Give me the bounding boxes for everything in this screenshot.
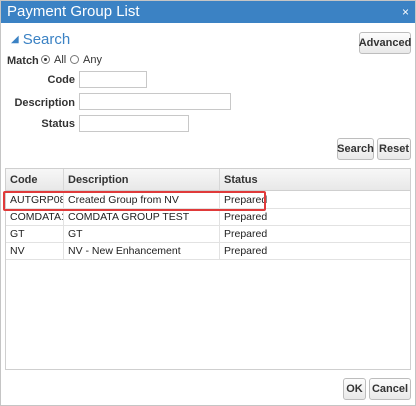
close-icon[interactable]: × [402, 5, 409, 19]
cancel-button-label: Cancel [371, 383, 409, 395]
search-header-label: Search [22, 31, 71, 48]
cell-status: Prepared [224, 211, 268, 223]
column-header-status[interactable]: Status [220, 169, 410, 191]
cell-code: NV [6, 243, 64, 259]
match-label: Match [7, 55, 39, 67]
match-all-radio[interactable] [41, 55, 50, 64]
ok-button[interactable]: OK [343, 378, 366, 400]
match-any-label: Any [83, 54, 102, 66]
search-button-label: Search [337, 143, 374, 155]
match-any-radio[interactable] [70, 55, 79, 64]
cell-status: Prepared [224, 228, 268, 240]
cancel-button[interactable]: Cancel [369, 378, 411, 400]
table-row[interactable]: GT GT Prepared [6, 226, 410, 243]
table-row[interactable]: NV NV - New Enhancement Prepared [6, 243, 410, 260]
description-label: Description [14, 97, 75, 109]
status-input[interactable] [79, 115, 189, 132]
column-header-code[interactable]: Code [6, 169, 64, 191]
code-input[interactable] [79, 71, 147, 88]
cell-description: COMDATA GROUP TEST [64, 209, 220, 225]
cell-code: AUTGRP08 [6, 192, 64, 208]
description-input[interactable] [79, 93, 231, 110]
search-section-toggle[interactable]: ◢ Search [11, 31, 70, 48]
advanced-button-label: Advanced [358, 37, 412, 49]
title-bar: Payment Group List × [1, 1, 415, 23]
collapse-triangle-icon: ◢ [11, 34, 19, 45]
search-button[interactable]: Search [337, 138, 374, 160]
cell-code: GT [6, 226, 64, 242]
table-row[interactable]: COMDATA1 COMDATA GROUP TEST Prepared [6, 209, 410, 226]
cell-description: NV - New Enhancement [64, 243, 220, 259]
results-grid: Code Description Status AUTGRP08 Created… [5, 168, 411, 370]
code-label: Code [47, 74, 76, 86]
match-all-label: All [54, 54, 67, 66]
reset-button-label: Reset [379, 143, 409, 155]
payment-group-dialog: Payment Group List × ◢ Search Advanced Ma… [0, 0, 416, 406]
table-row[interactable]: AUTGRP08 Created Group from NV Prepared [6, 192, 410, 209]
cell-code: COMDATA1 [6, 209, 64, 225]
window-title: Payment Group List [7, 3, 140, 20]
status-label: Status [41, 118, 75, 130]
cell-description: Created Group from NV [64, 192, 220, 208]
cell-status: Prepared [224, 194, 268, 206]
grid-header: Code Description Status [6, 169, 410, 191]
reset-button[interactable]: Reset [377, 138, 411, 160]
cell-description: GT [64, 226, 220, 242]
column-header-description[interactable]: Description [64, 169, 220, 191]
advanced-button[interactable]: Advanced [359, 32, 411, 54]
ok-button-label: OK [346, 383, 363, 395]
cell-status: Prepared [224, 245, 268, 257]
